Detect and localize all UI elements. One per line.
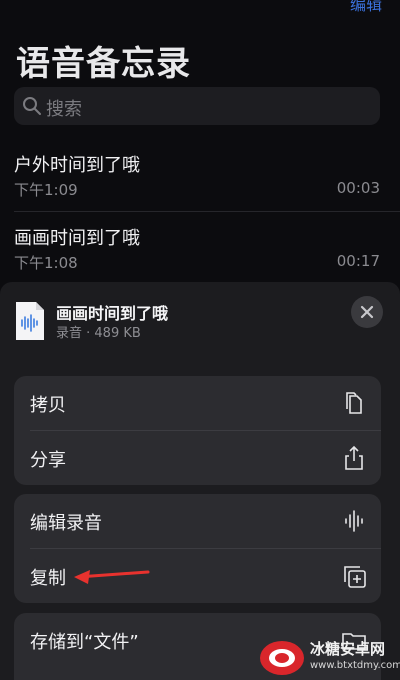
share-icon	[345, 445, 363, 470]
pointer-arrow	[74, 570, 150, 584]
close-button[interactable]	[351, 296, 383, 328]
watermark-url: www.btxtdmy.com	[310, 660, 400, 671]
page-title: 语音备忘录	[16, 44, 191, 84]
recording-duration: 00:17	[336, 252, 380, 270]
recording-item[interactable]: 户外时间到了哦 下午1:09 00:03	[0, 145, 400, 209]
share-sheet: 画画时间到了哦 录音 · 489 KB 拷贝 分享 编辑录音 复制 存储到“文件…	[0, 282, 400, 680]
action-label: 复制	[30, 568, 66, 589]
share-button[interactable]: 分享	[14, 431, 381, 485]
action-group: 拷贝 分享	[14, 376, 381, 485]
recording-duration: 00:03	[336, 179, 380, 197]
action-label: 编辑录音	[30, 513, 102, 534]
recording-title: 户外时间到了哦	[14, 155, 140, 176]
recording-time: 下午1:08	[14, 254, 78, 272]
action-label: 拷贝	[30, 395, 66, 416]
action-label: 存储到“文件”	[30, 632, 139, 653]
close-icon	[360, 305, 374, 319]
waveform-icon	[345, 510, 363, 532]
recording-item[interactable]: 画画时间到了哦 下午1:08 00:17	[0, 218, 400, 282]
search-placeholder: 搜索	[46, 99, 82, 120]
file-name: 画画时间到了哦	[56, 304, 169, 323]
copy-button[interactable]: 拷贝	[14, 376, 381, 430]
file-meta: 录音 · 489 KB	[56, 326, 141, 341]
duplicate-icon	[344, 566, 366, 588]
audio-file-icon	[16, 302, 44, 340]
watermark-logo-icon	[260, 641, 304, 675]
action-label: 分享	[30, 450, 66, 471]
edit-button[interactable]: 编辑	[350, 0, 382, 15]
recording-time: 下午1:09	[14, 181, 78, 199]
edit-recording-button[interactable]: 编辑录音	[14, 494, 381, 548]
copy-icon	[346, 392, 362, 414]
watermark: 冰糖安卓网 www.btxtdmy.com	[258, 636, 400, 680]
divider	[14, 211, 400, 212]
search-icon	[23, 97, 41, 115]
recording-title: 画画时间到了哦	[14, 228, 140, 249]
watermark-title: 冰糖安卓网	[310, 640, 386, 658]
search-input[interactable]: 搜索	[14, 87, 380, 125]
